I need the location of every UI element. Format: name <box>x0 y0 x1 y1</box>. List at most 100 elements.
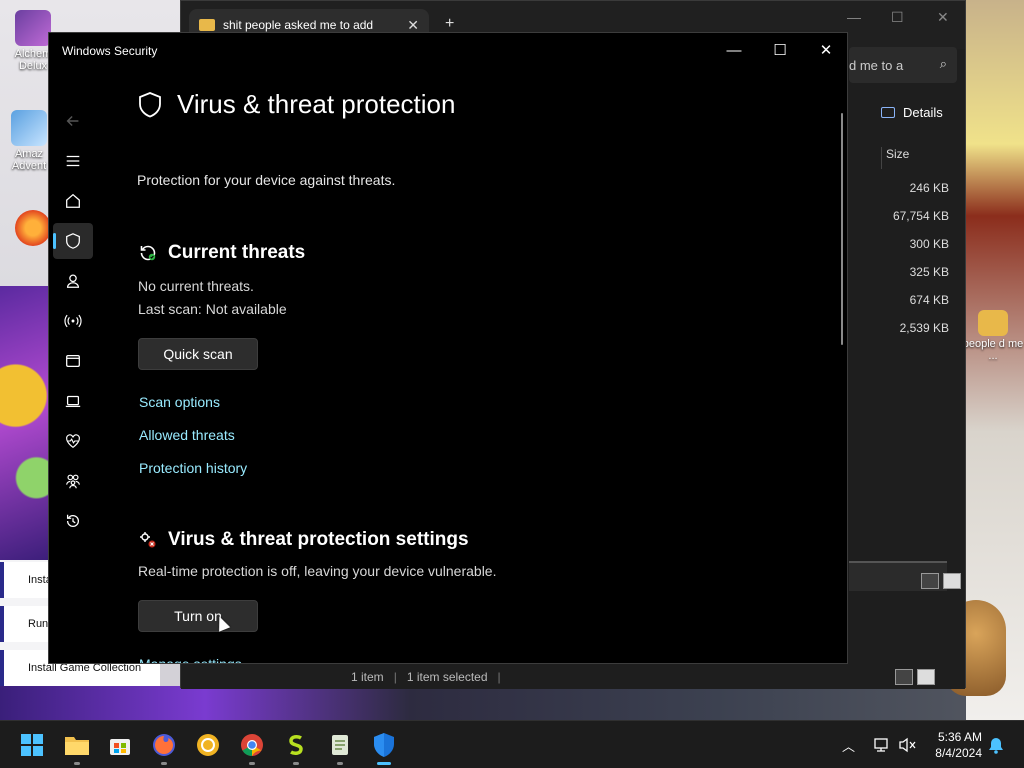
desktop-icon-folder[interactable]: people d me ... <box>962 310 1024 362</box>
current-threats-heading: Current threats <box>138 242 305 264</box>
explorer-tab-title: shit people asked me to add <box>223 18 374 32</box>
taskbar-file-explorer[interactable] <box>61 729 93 765</box>
current-threats-heading-text: Current threats <box>168 242 306 263</box>
status-tiles-view-icon[interactable] <box>917 669 935 685</box>
s-app-icon <box>289 735 303 755</box>
nav-firewall-network[interactable] <box>53 303 93 339</box>
menu-button[interactable] <box>53 143 93 179</box>
realtime-protection-status: Real-time protection is off, leaving you… <box>138 563 497 579</box>
windows-logo-icon <box>21 734 43 756</box>
file-size: 300 KB <box>909 237 949 251</box>
back-button[interactable] <box>53 103 93 139</box>
nav-device-performance-health[interactable] <box>53 423 93 459</box>
title-bar[interactable]: Windows Security — ☐ ✕ <box>49 33 847 69</box>
explorer-maximize-icon[interactable]: ☐ <box>891 9 904 26</box>
scan-options-link[interactable]: Scan options <box>139 394 220 410</box>
laptop-icon <box>65 395 81 408</box>
taskbar-microsoft-store[interactable] <box>104 729 136 761</box>
search-icon: ⌕ <box>939 56 947 71</box>
nav-home[interactable] <box>53 183 93 219</box>
shield-icon <box>66 233 80 249</box>
protection-settings-heading-text: Virus & threat protection settings <box>168 529 469 550</box>
taskbar-app-s[interactable] <box>280 729 312 765</box>
quick-scan-button[interactable]: Quick scan <box>138 338 258 370</box>
folder-icon <box>978 310 1008 336</box>
desktop-icon-amazing-adventures[interactable]: Amaz Advent <box>4 110 54 172</box>
circle-app-icon <box>197 734 219 756</box>
nav-app-browser-control[interactable] <box>53 343 93 379</box>
running-indicator <box>161 762 167 765</box>
notifications-button[interactable] <box>988 721 1004 768</box>
store-bag-icon <box>110 739 130 755</box>
window-title: Windows Security <box>62 44 158 58</box>
network-status-button[interactable] <box>872 721 892 768</box>
show-hidden-icons-button[interactable]: ︿ <box>842 721 855 768</box>
close-button[interactable]: ✕ <box>803 39 847 63</box>
protection-history-link[interactable]: Protection history <box>139 460 247 476</box>
notepad-icon <box>332 735 348 755</box>
family-icon <box>66 474 80 489</box>
wireless-antenna-icon <box>64 314 82 328</box>
content-scrollbar[interactable] <box>841 113 843 345</box>
volume-button[interactable] <box>898 721 918 768</box>
desktop-folder-label: people d me ... <box>962 338 1024 362</box>
diamond-app-icon <box>11 110 47 146</box>
taskbar-chrome[interactable] <box>236 729 268 765</box>
nav-family-options[interactable] <box>53 463 93 499</box>
details-view-icon[interactable] <box>921 573 939 589</box>
taskbar-clock[interactable]: 5:36 AM 8/4/2024 <box>924 729 982 761</box>
file-size: 246 KB <box>909 181 949 195</box>
minimize-button[interactable]: — <box>711 39 757 63</box>
status-selected-count: 1 item selected <box>406 670 488 684</box>
protection-settings-heading: Virus & threat protection settings <box>138 529 469 551</box>
nav-virus-threat-protection[interactable] <box>53 223 93 259</box>
maximize-button[interactable]: ☐ <box>757 39 803 63</box>
taskbar: ︿ 5:36 AM 8/4/2024 <box>0 720 1024 768</box>
tiles-view-icon[interactable] <box>943 573 961 589</box>
manage-settings-link[interactable]: Manage settings <box>139 656 242 663</box>
explorer-close-icon[interactable]: ✕ <box>937 9 949 26</box>
desktop-icon-label: Amaz Advent <box>11 148 47 172</box>
shield-icon <box>374 733 394 757</box>
status-item-count: 1 item <box>351 670 384 684</box>
chrome-icon <box>241 734 263 756</box>
status-details-view-icon[interactable] <box>895 669 913 685</box>
desktop-wallpaper-art <box>0 286 52 560</box>
taskbar-windows-security[interactable] <box>368 729 400 765</box>
taskbar-firefox[interactable] <box>148 729 180 765</box>
speaker-muted-icon <box>899 737 916 753</box>
size-column-header[interactable]: Size <box>881 147 959 169</box>
nav-account-protection[interactable] <box>53 263 93 299</box>
nav-settings[interactable] <box>53 659 93 663</box>
nav-protection-history[interactable] <box>53 503 93 539</box>
start-button[interactable] <box>16 729 48 761</box>
file-size: 2,539 KB <box>899 321 949 335</box>
file-size: 67,754 KB <box>892 209 949 223</box>
history-clock-icon <box>66 514 79 527</box>
explorer-minimize-icon[interactable]: — <box>847 9 861 25</box>
desktop-icon-label: Alchem Delux <box>14 48 52 72</box>
home-icon <box>66 193 80 208</box>
taskbar-app-yellow[interactable] <box>192 729 224 761</box>
running-indicator <box>293 762 299 765</box>
explorer-search-input[interactable]: d me to a ⌕ <box>849 47 957 83</box>
close-tab-icon[interactable]: ✕ <box>407 17 419 34</box>
running-indicator <box>337 762 343 765</box>
page-subtitle: Protection for your device against threa… <box>137 172 396 188</box>
desktop-wallpaper-strip <box>0 686 1024 720</box>
navigation-sidebar <box>49 69 97 663</box>
new-tab-icon[interactable]: + <box>445 15 454 33</box>
details-pane-icon <box>881 107 895 118</box>
allowed-threats-link[interactable]: Allowed threats <box>139 427 235 443</box>
running-indicator <box>74 762 80 765</box>
running-indicator <box>249 762 255 765</box>
threat-status-text: No current threats. <box>138 278 254 294</box>
turn-on-button[interactable]: Turn on <box>138 600 258 632</box>
active-indicator <box>377 762 391 765</box>
main-content: Virus & threat protection Protection for… <box>137 69 837 663</box>
folder-icon <box>65 737 89 755</box>
windows-security-window: Windows Security — ☐ ✕ Virus & threat pr… <box>48 32 848 664</box>
taskbar-app-notepad[interactable] <box>324 729 356 765</box>
details-pane-button[interactable]: Details <box>881 105 943 120</box>
nav-device-security[interactable] <box>53 383 93 419</box>
